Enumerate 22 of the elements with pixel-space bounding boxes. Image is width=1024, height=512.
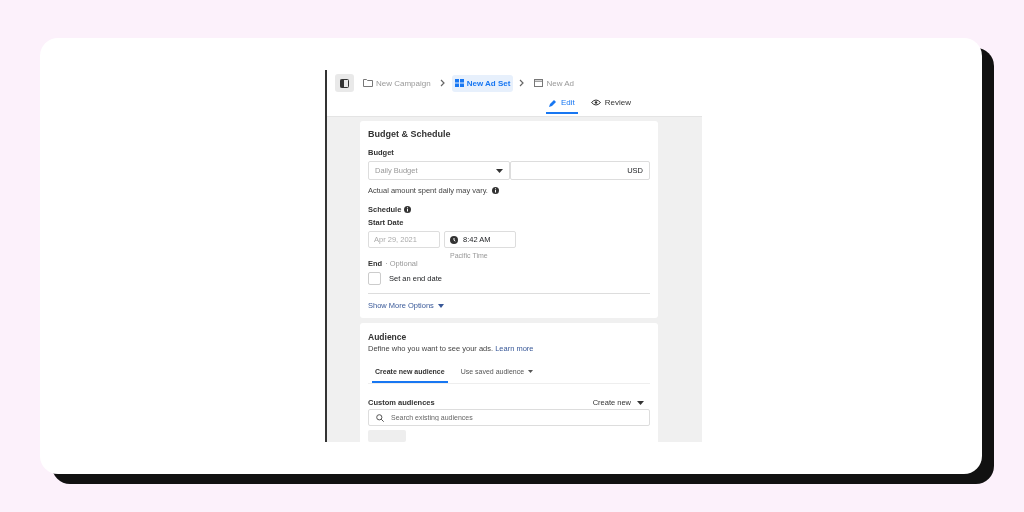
pencil-icon xyxy=(548,98,557,107)
info-icon xyxy=(404,206,412,213)
section-title: Audience xyxy=(368,332,408,342)
section-title: Budget & Schedule xyxy=(368,129,452,139)
checkbox[interactable] xyxy=(368,272,381,285)
caret-icon xyxy=(637,400,644,405)
window-icon xyxy=(534,79,544,87)
breadcrumb-item[interactable]: New Ad Set xyxy=(451,74,514,92)
caret-icon xyxy=(496,168,503,173)
sidebar-icon xyxy=(340,78,349,88)
mode-tab[interactable]: Review xyxy=(587,95,634,114)
grid-icon xyxy=(454,79,464,87)
info-icon xyxy=(491,187,499,194)
clock-icon xyxy=(450,235,458,244)
chevron-icon xyxy=(519,79,526,87)
caret-icon xyxy=(528,370,534,373)
mode-tab[interactable]: Edit xyxy=(545,95,578,114)
sidebar-toggle-button[interactable] xyxy=(335,74,354,92)
caret-icon xyxy=(437,303,444,308)
eye-icon xyxy=(590,99,601,106)
chevron-icon xyxy=(439,79,446,87)
folder-icon xyxy=(363,79,373,87)
